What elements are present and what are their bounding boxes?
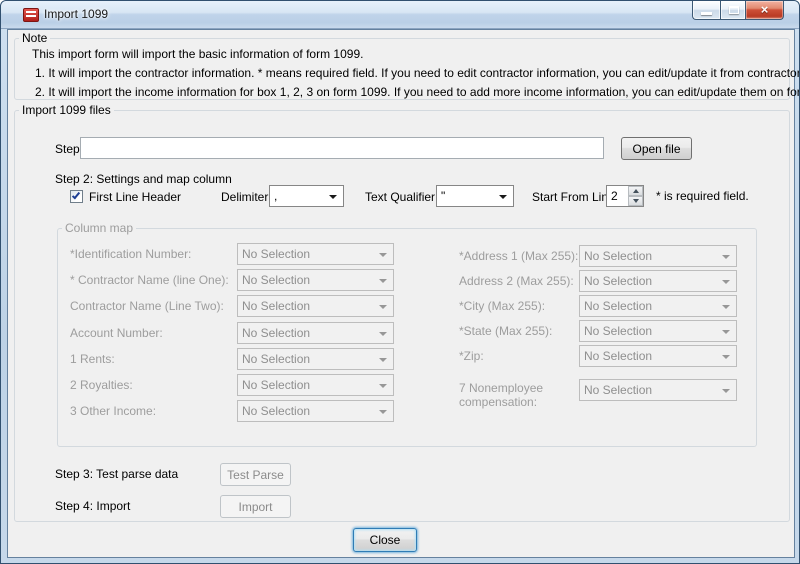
import-button[interactable]: Import xyxy=(220,495,291,518)
chevron-down-icon xyxy=(722,255,730,259)
maximize-icon xyxy=(729,6,739,14)
note-line-1: This import form will import the basic i… xyxy=(32,47,363,61)
window-title: Import 1099 xyxy=(44,7,108,21)
rents-select[interactable]: No Selection xyxy=(237,348,394,370)
state-label: *State (Max 255): xyxy=(459,324,552,338)
city-label: *City (Max 255): xyxy=(459,299,545,313)
chevron-down-icon xyxy=(379,410,387,414)
dialog-client-area: Note This import form will import the ba… xyxy=(7,29,795,558)
account-number-select[interactable]: No Selection xyxy=(237,322,394,344)
address1-select[interactable]: No Selection xyxy=(579,245,737,267)
caption-buttons: × xyxy=(692,1,784,20)
close-button[interactable]: Close xyxy=(353,528,417,552)
required-field-note: * is required field. xyxy=(656,189,749,203)
start-from-line-label: Start From Line xyxy=(532,190,615,204)
chevron-down-icon xyxy=(329,195,337,199)
chevron-down-icon xyxy=(722,355,730,359)
address2-select[interactable]: No Selection xyxy=(579,270,737,292)
step2-label: Step 2: Settings and map column xyxy=(55,172,232,186)
step4-label: Step 4: Import xyxy=(55,499,130,513)
titlebar[interactable]: Import 1099 × xyxy=(1,1,799,29)
royalties-label: 2 Royalties: xyxy=(70,378,133,392)
chevron-down-icon xyxy=(379,384,387,388)
delimiter-select[interactable]: , xyxy=(269,185,344,207)
column-map-group-title: Column map xyxy=(62,221,136,235)
spin-down-button[interactable] xyxy=(628,196,643,206)
identification-number-label: *Identification Number: xyxy=(70,247,191,261)
close-window-button[interactable]: × xyxy=(746,1,784,20)
first-line-header-checkbox[interactable] xyxy=(70,190,83,203)
note-line-2: 1. It will import the contractor informa… xyxy=(35,66,800,80)
text-qualifier-label: Text Qualifier xyxy=(365,190,435,204)
account-number-label: Account Number: xyxy=(70,326,163,340)
other-income-label: 3 Other Income: xyxy=(70,404,156,418)
identification-number-select[interactable]: No Selection xyxy=(237,243,394,265)
contractor-name-two-select[interactable]: No Selection xyxy=(237,295,394,317)
minimize-icon xyxy=(701,12,712,15)
chevron-down-icon xyxy=(722,330,730,334)
zip-select[interactable]: No Selection xyxy=(579,345,737,367)
import-files-group-title: Import 1099 files xyxy=(19,103,114,117)
open-file-button[interactable]: Open file xyxy=(621,137,692,160)
chevron-down-icon xyxy=(379,332,387,336)
zip-label: *Zip: xyxy=(459,349,484,363)
contractor-name-one-select[interactable]: No Selection xyxy=(237,269,394,291)
up-arrow-icon xyxy=(633,189,639,193)
chevron-down-icon xyxy=(379,253,387,257)
maximize-button[interactable] xyxy=(720,1,746,20)
nonemployee-compensation-select[interactable]: No Selection xyxy=(579,379,737,401)
start-from-line-stepper[interactable]: 2 xyxy=(606,185,644,207)
chevron-down-icon xyxy=(379,358,387,362)
close-icon: × xyxy=(746,1,783,18)
city-select[interactable]: No Selection xyxy=(579,295,737,317)
delimiter-label: Delimiter xyxy=(221,190,268,204)
step3-label: Step 3: Test parse data xyxy=(55,467,178,481)
address1-label: *Address 1 (Max 255): xyxy=(459,249,578,263)
note-line-3: 2. It will import the income information… xyxy=(35,85,800,99)
chevron-down-icon xyxy=(722,389,730,393)
state-select[interactable]: No Selection xyxy=(579,320,737,342)
royalties-select[interactable]: No Selection xyxy=(237,374,394,396)
chevron-down-icon xyxy=(722,305,730,309)
rents-label: 1 Rents: xyxy=(70,352,115,366)
test-parse-button[interactable]: Test Parse xyxy=(220,463,291,486)
contractor-name-one-label: * Contractor Name (line One): xyxy=(70,273,229,287)
checkmark-icon xyxy=(72,191,80,200)
text-qualifier-select[interactable]: " xyxy=(436,185,514,207)
first-line-header-label: First Line Header xyxy=(89,190,181,204)
import-1099-dialog: Import 1099 × Note This import form will… xyxy=(0,0,800,564)
chevron-down-icon xyxy=(379,279,387,283)
file-path-input[interactable] xyxy=(80,137,604,159)
minimize-button[interactable] xyxy=(692,1,720,20)
nonemployee-compensation-label: 7 Nonemployee compensation: xyxy=(459,381,569,409)
down-arrow-icon xyxy=(633,199,639,203)
contractor-name-two-label: Contractor Name (Line Two): xyxy=(70,299,224,313)
address2-label: Address 2 (Max 255): xyxy=(459,274,574,288)
chevron-down-icon xyxy=(722,280,730,284)
note-group-title: Note xyxy=(19,31,50,45)
chevron-down-icon xyxy=(379,305,387,309)
app-icon xyxy=(23,8,39,22)
chevron-down-icon xyxy=(499,195,507,199)
spin-up-button[interactable] xyxy=(628,186,643,196)
other-income-select[interactable]: No Selection xyxy=(237,400,394,422)
